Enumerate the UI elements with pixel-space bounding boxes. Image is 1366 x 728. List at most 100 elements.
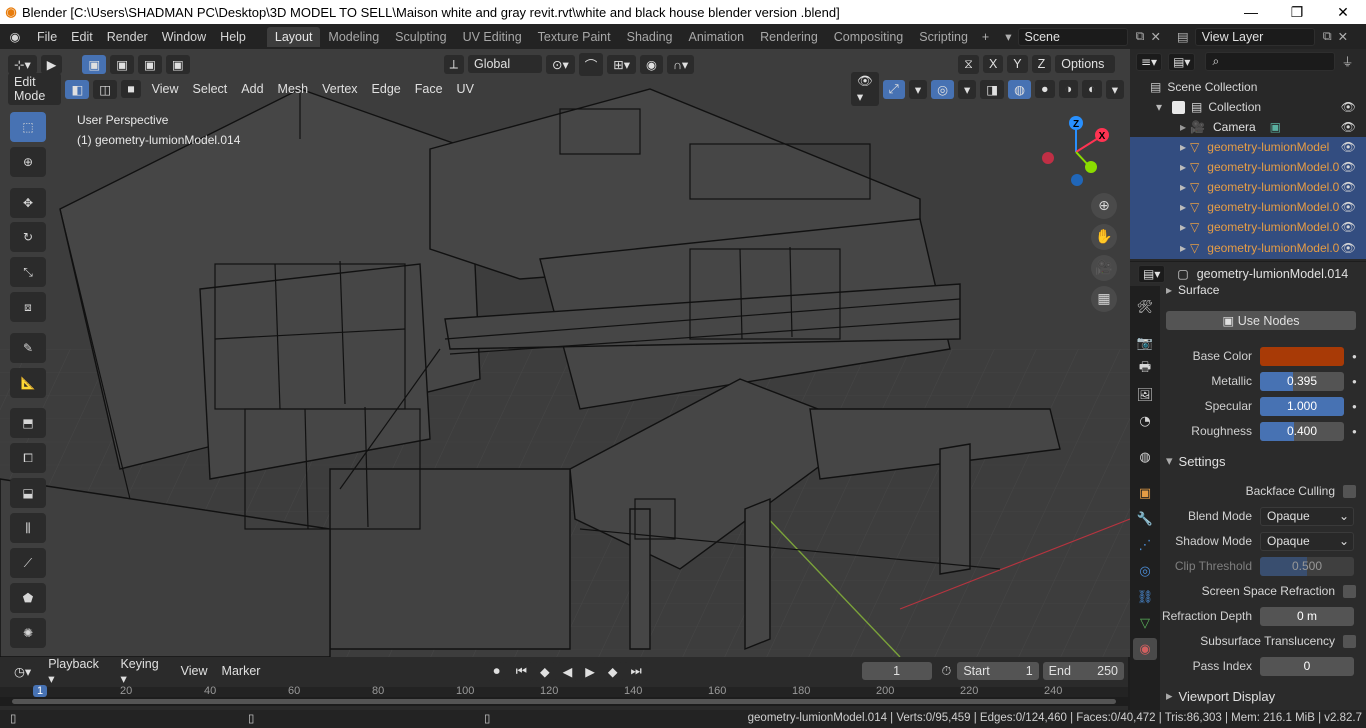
roughness-slider[interactable]: 0.400: [1260, 421, 1344, 441]
menu-face[interactable]: Face: [408, 82, 450, 96]
filter-icon[interactable]: ⏚: [1341, 53, 1353, 70]
use-nodes-button[interactable]: ▣ Use Nodes: [1166, 310, 1356, 330]
new-scene-icon[interactable]: ⧉: [1136, 29, 1145, 44]
shading-rendered-icon[interactable]: ◐: [1082, 80, 1102, 98]
spin-tool-icon[interactable]: ✺: [10, 618, 46, 648]
expand-arrow-icon[interactable]: ▸: [1180, 120, 1186, 134]
select-tool-icon[interactable]: ⬚: [10, 112, 46, 142]
xray-icon[interactable]: ◨: [980, 79, 1005, 99]
snap-target-icon[interactable]: ⊞▾: [607, 54, 636, 74]
menu-uv[interactable]: UV: [450, 82, 481, 96]
keyframe-dot-icon[interactable]: ●: [1352, 352, 1357, 361]
eye-icon[interactable]: 👁: [1341, 140, 1356, 154]
expand-arrow-icon[interactable]: ▸: [1180, 180, 1186, 194]
menu-help[interactable]: Help: [213, 30, 253, 44]
select-box-icon[interactable]: ▶: [40, 54, 63, 74]
close-button[interactable]: ✕: [1320, 4, 1366, 21]
timeline-editor-icon[interactable]: ◷▾: [8, 661, 38, 681]
tab-uv-editing[interactable]: UV Editing: [455, 27, 530, 47]
shading-material-icon[interactable]: ◑: [1058, 80, 1079, 98]
next-keyframe-icon[interactable]: ◆: [601, 661, 624, 681]
loop-cut-tool-icon[interactable]: ⫼: [10, 513, 46, 543]
play-icon[interactable]: ▶: [579, 661, 601, 681]
menu-render[interactable]: Render: [100, 30, 155, 44]
mirror-z-button[interactable]: Z: [1031, 55, 1052, 73]
eye-icon[interactable]: 👁: [1341, 241, 1356, 255]
timeline-view-menu[interactable]: View: [174, 664, 215, 678]
tool-tab-icon[interactable]: 🛠: [1133, 296, 1157, 318]
eye-icon[interactable]: 👁: [1341, 120, 1356, 134]
select-mode-new-icon[interactable]: ▣: [82, 54, 107, 74]
expand-arrow-icon[interactable]: ▸: [1180, 220, 1186, 234]
menu-view[interactable]: View: [145, 82, 186, 96]
keying-menu[interactable]: Keying ▾: [113, 657, 173, 686]
remove-scene-icon[interactable]: ✕: [1150, 29, 1160, 44]
ssr-checkbox[interactable]: [1343, 584, 1356, 598]
scale-tool-icon[interactable]: ⤡: [10, 257, 46, 287]
pan-hand-icon[interactable]: ✋: [1091, 224, 1117, 250]
visibility-icon[interactable]: 👁▾: [850, 72, 879, 106]
constraints-tab-icon[interactable]: ⛓: [1133, 586, 1157, 608]
refraction-depth-field[interactable]: 0 m: [1260, 606, 1354, 626]
shading-solid-icon[interactable]: ●: [1035, 80, 1055, 98]
viewport-display-header[interactable]: ▸ Viewport Display: [1160, 685, 1366, 707]
data-tab-icon[interactable]: ▽: [1133, 612, 1157, 634]
physics-tab-icon[interactable]: ◎: [1133, 560, 1157, 582]
overlay-toggle-icon[interactable]: ◎: [931, 79, 955, 99]
metallic-slider[interactable]: 0.395: [1260, 371, 1344, 391]
gizmo-dropdown-icon[interactable]: ▾: [908, 79, 928, 99]
tab-texture-paint[interactable]: Texture Paint: [530, 27, 619, 47]
camera-view-icon[interactable]: 🎥: [1091, 255, 1117, 281]
timeline-scrollbar[interactable]: [0, 697, 1128, 706]
eye-icon[interactable]: 👁: [1341, 160, 1356, 174]
world-tab-icon[interactable]: ◍: [1133, 446, 1157, 468]
tab-modeling[interactable]: Modeling: [320, 27, 387, 47]
shading-options-icon[interactable]: ▾: [1105, 79, 1124, 99]
display-mode-icon[interactable]: ▤▾: [1168, 52, 1196, 71]
tab-animation[interactable]: Animation: [681, 27, 753, 47]
outliner-scene-collection[interactable]: ▤ Scene Collection: [1130, 77, 1366, 97]
playback-menu[interactable]: Playback ▾: [41, 657, 113, 686]
options-dropdown[interactable]: Options: [1055, 55, 1116, 73]
editor-type-button[interactable]: ⊹▾: [8, 54, 37, 74]
view-layer-tab-icon[interactable]: 🖼: [1133, 384, 1157, 406]
shading-wireframe-icon[interactable]: ◍: [1008, 79, 1032, 99]
eye-icon[interactable]: 👁: [1341, 180, 1356, 194]
blend-mode-dropdown[interactable]: Opaque ⌄: [1260, 506, 1354, 526]
menu-edge[interactable]: Edge: [365, 82, 408, 96]
outliner-object-0[interactable]: ▸ ▽ geometry-lumionModel 👁: [1130, 137, 1366, 157]
output-tab-icon[interactable]: 🖶: [1133, 358, 1157, 380]
mirror-y-button[interactable]: Y: [1007, 55, 1028, 73]
eye-icon[interactable]: 👁: [1341, 100, 1356, 114]
collection-checkbox[interactable]: [1172, 100, 1186, 114]
modifier-tab-icon[interactable]: 🔧: [1133, 508, 1157, 530]
specular-slider[interactable]: 1.000: [1260, 396, 1344, 416]
play-reverse-icon[interactable]: ◀: [556, 661, 579, 681]
pivot-icon[interactable]: ⊙▾: [545, 54, 575, 74]
tab-compositing[interactable]: Compositing: [826, 27, 911, 47]
orientation-icon[interactable]: ⟂: [443, 54, 464, 74]
proportional-edit-icon[interactable]: ◉: [639, 54, 663, 74]
eye-icon[interactable]: 👁: [1341, 220, 1356, 234]
bevel-tool-icon[interactable]: ⬓: [10, 478, 46, 508]
menu-select[interactable]: Select: [186, 82, 235, 96]
current-frame-field[interactable]: 1: [861, 662, 932, 680]
orientation-dropdown[interactable]: Global: [467, 55, 542, 73]
shadow-mode-dropdown[interactable]: Opaque ⌄: [1260, 531, 1354, 551]
subsurface-checkbox[interactable]: [1343, 634, 1356, 648]
menu-vertex[interactable]: Vertex: [315, 82, 364, 96]
menu-add[interactable]: Add: [234, 82, 270, 96]
outliner-object-4[interactable]: ▸ ▽ geometry-lumionModel.0 👁: [1130, 217, 1366, 237]
navigation-gizmo[interactable]: Z X: [1040, 115, 1120, 190]
transform-tool-icon[interactable]: ⧈: [10, 292, 46, 322]
select-mode-extend-icon[interactable]: ▣: [110, 54, 134, 74]
keyframe-dot-icon[interactable]: ●: [1352, 427, 1357, 436]
maximize-button[interactable]: ❐: [1274, 4, 1320, 21]
view-layer-icon[interactable]: ▤: [1177, 29, 1189, 44]
keyframe-dot-icon[interactable]: ●: [1352, 402, 1357, 411]
record-icon[interactable]: ⏺: [487, 661, 506, 681]
outliner-object-5[interactable]: ▸ ▽ geometry-lumionModel.0 👁: [1130, 237, 1366, 259]
jump-start-icon[interactable]: ⏮: [509, 661, 533, 681]
extrude-tool-icon[interactable]: ⬒: [10, 408, 46, 438]
rotate-tool-icon[interactable]: ↻: [10, 222, 46, 252]
